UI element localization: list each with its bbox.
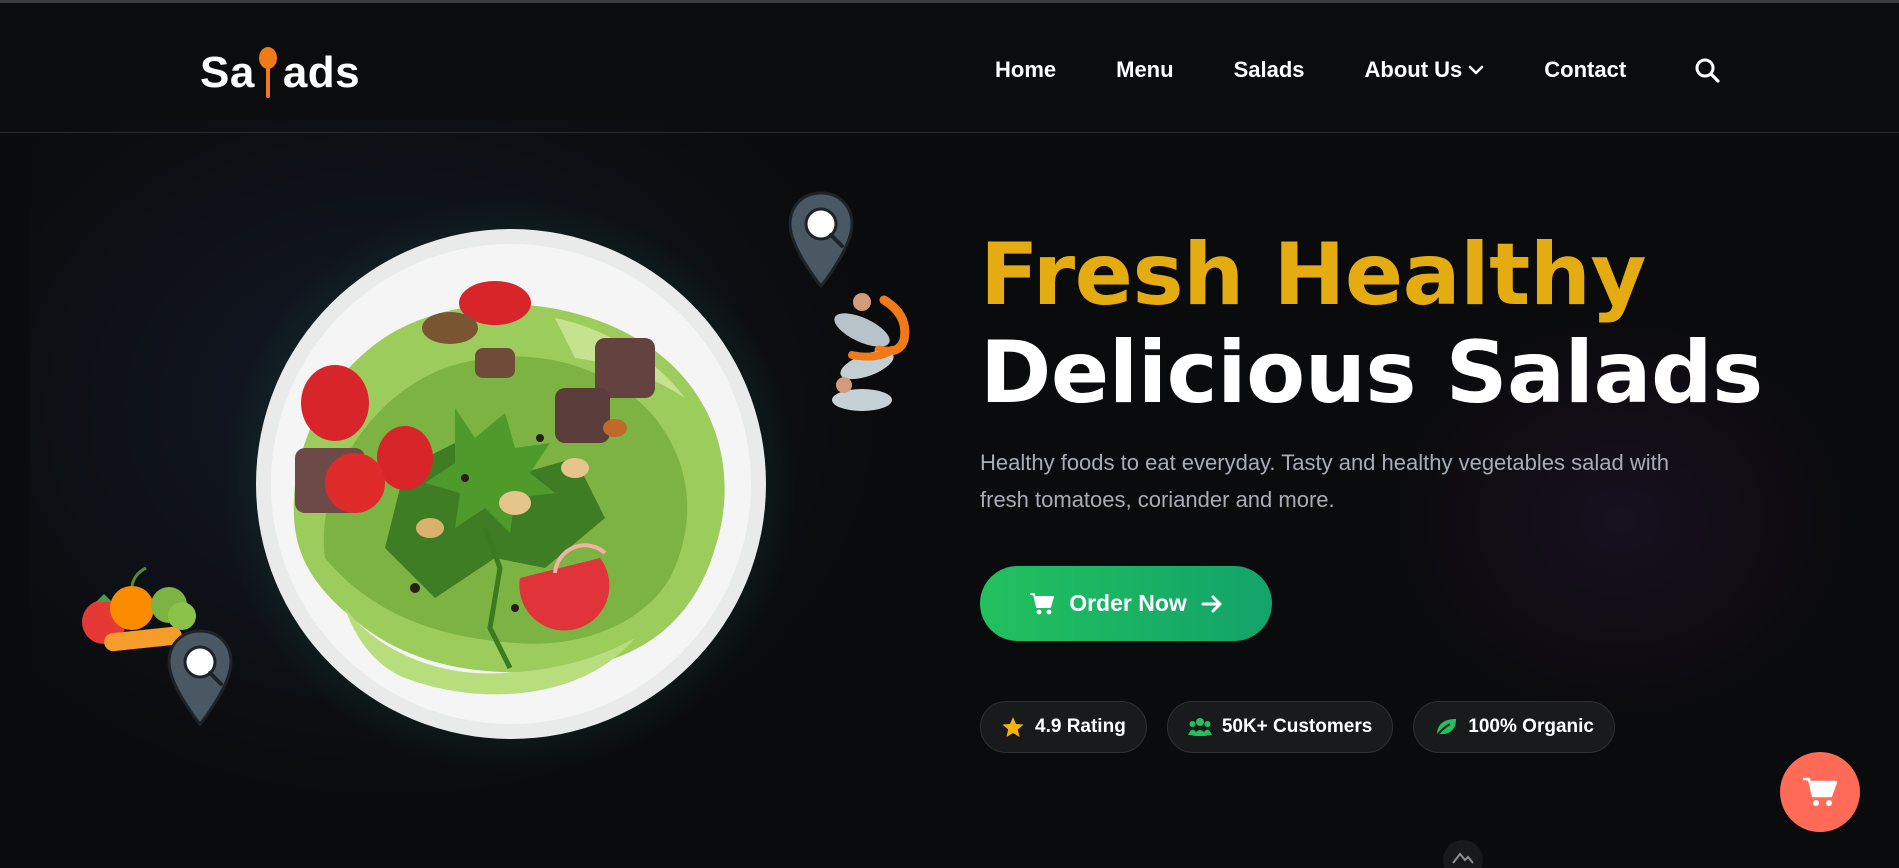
leaf-icon [1435, 719, 1457, 738]
scroll-indicator[interactable] [1443, 840, 1483, 868]
floating-cart-button[interactable] [1780, 752, 1860, 832]
badge-customers-label: 50K+ Customers [1221, 716, 1373, 737]
nav-menu-label: Menu [1116, 57, 1174, 82]
badge-rating-label: 4.9 Rating [1035, 716, 1126, 737]
badge-organic: 100% Organic [1413, 701, 1615, 753]
nav-salads-label: Salads [1233, 57, 1305, 82]
spoon-icon [258, 47, 277, 98]
star-icon [1002, 717, 1024, 737]
location-pin-icon [167, 629, 233, 727]
badge-organic-label: 100% Organic [1468, 716, 1594, 737]
seafood-icon [832, 293, 910, 411]
cart-icon [1030, 592, 1055, 614]
users-icon [1187, 718, 1212, 736]
hero-title-line2: Delicious Salads [980, 323, 1763, 423]
nav-contact-label: Contact [1544, 57, 1627, 82]
cart-icon [1803, 777, 1838, 806]
badge-customers: 50K+ Customers [1166, 701, 1394, 753]
nav-about-us[interactable]: About Us [1365, 57, 1485, 83]
main-nav: Home Menu Salads About Us Contact [995, 53, 1720, 87]
site-logo[interactable]: Sa ads [200, 45, 360, 101]
mountain-icon [1452, 852, 1474, 864]
nav-contact[interactable]: Contact [1544, 57, 1626, 83]
order-now-button[interactable]: Order Now [980, 566, 1272, 641]
location-pin-icon [788, 191, 854, 289]
nav-home-label: Home [995, 57, 1057, 82]
site-header: Sa ads Home Menu Salads About Us Contact [0, 3, 1899, 133]
nav-menu[interactable]: Menu [1116, 57, 1173, 83]
hero-title-line1: Fresh Healthy [980, 225, 1647, 325]
chevron-down-icon [1468, 65, 1484, 75]
nav-salads[interactable]: Salads [1234, 57, 1305, 83]
nav-home[interactable]: Home [995, 57, 1056, 83]
hero-badges: 4.9 Rating 50K+ Customers 100% Organic [980, 701, 1635, 753]
hero-description: Healthy foods to eat everyday. Tasty and… [980, 450, 1669, 512]
arrow-right-icon [1201, 595, 1222, 612]
salad-plate-image [256, 229, 766, 739]
nav-about-us-label: About Us [1364, 57, 1463, 82]
logo-text-suffix: ads [282, 48, 361, 97]
badge-rating: 4.9 Rating [980, 701, 1147, 753]
order-now-label: Order Now [1069, 590, 1187, 616]
search-icon[interactable] [1694, 57, 1720, 83]
logo-text-prefix: Sa [200, 48, 255, 97]
